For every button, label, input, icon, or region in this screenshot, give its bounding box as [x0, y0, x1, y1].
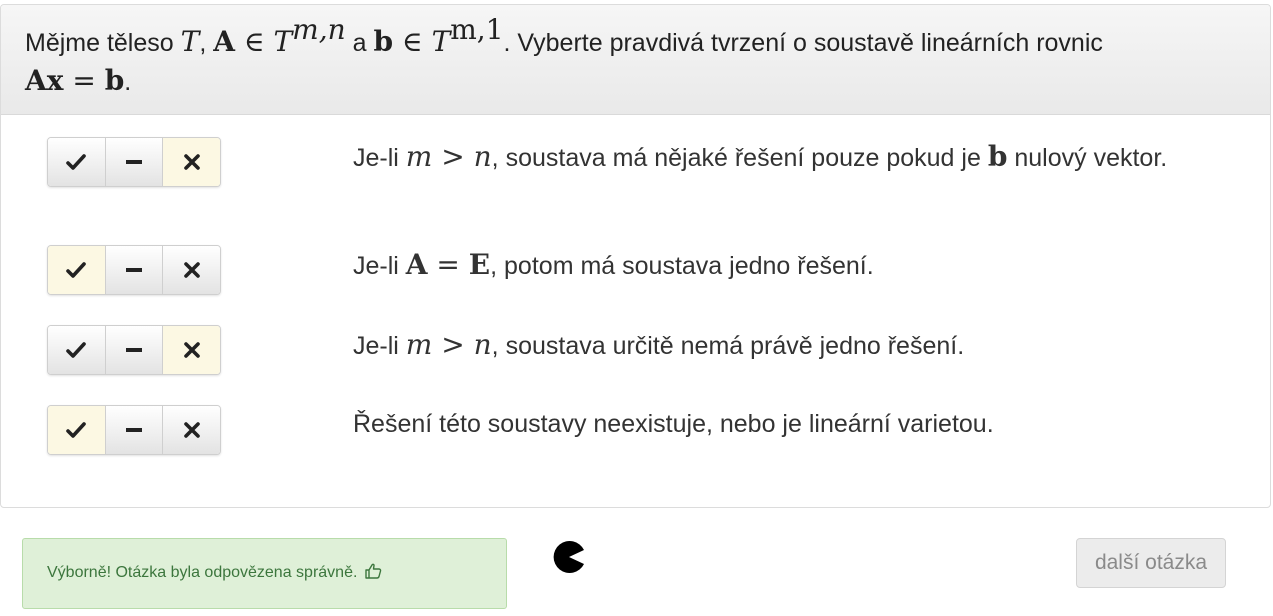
true-button[interactable]	[48, 138, 106, 186]
check-icon	[66, 262, 87, 278]
minus-icon	[126, 348, 142, 352]
answer-toggle-1	[47, 137, 221, 187]
false-button[interactable]	[163, 246, 220, 294]
answer-toggle-3	[47, 325, 221, 375]
statement-text-4: Řešení této soustavy neexistuje, nebo je…	[353, 410, 994, 438]
minus-icon	[126, 428, 142, 432]
statement-text-2: Je-li A = E, potom má soustava jedno řeš…	[353, 248, 874, 281]
times-icon	[183, 422, 200, 438]
neutral-button[interactable]	[105, 246, 164, 294]
check-icon	[66, 422, 87, 438]
true-button[interactable]	[48, 406, 106, 454]
times-icon	[183, 342, 200, 358]
thumbs-up-icon	[365, 563, 382, 579]
check-icon	[66, 342, 87, 358]
neutral-button[interactable]	[105, 326, 164, 374]
neutral-button[interactable]	[105, 406, 164, 454]
next-question-button[interactable]: další otázka	[1076, 538, 1226, 588]
false-button[interactable]	[163, 406, 220, 454]
minus-icon	[126, 268, 142, 272]
question-heading: Mějme těleso T, A ∈ Tm,n a b ∈ Tm,1. Vyb…	[1, 5, 1270, 115]
neutral-button[interactable]	[105, 138, 164, 186]
times-icon	[183, 154, 200, 170]
true-button[interactable]	[48, 326, 106, 374]
minus-icon	[126, 160, 142, 164]
feedback-alert: Výborně! Otázka byla odpovězena správně.	[22, 538, 507, 609]
answer-toggle-4	[47, 405, 221, 455]
times-icon	[183, 262, 200, 278]
statement-text-3: Je-li m > n, soustava určitě nemá právě …	[353, 328, 965, 361]
false-button[interactable]	[163, 138, 220, 186]
true-button[interactable]	[48, 246, 106, 294]
question-panel: Mějme těleso T, A ∈ Tm,n a b ∈ Tm,1. Vyb…	[0, 4, 1271, 508]
answer-toggle-2	[47, 245, 221, 295]
feedback-text: Výborně! Otázka byla odpovězena správně.	[47, 564, 358, 581]
statement-text-1: Je-li m > n, soustava má nějaké řešení p…	[353, 140, 1168, 173]
pacman-icon	[553, 541, 584, 573]
false-button[interactable]	[163, 326, 220, 374]
check-icon	[66, 154, 87, 170]
